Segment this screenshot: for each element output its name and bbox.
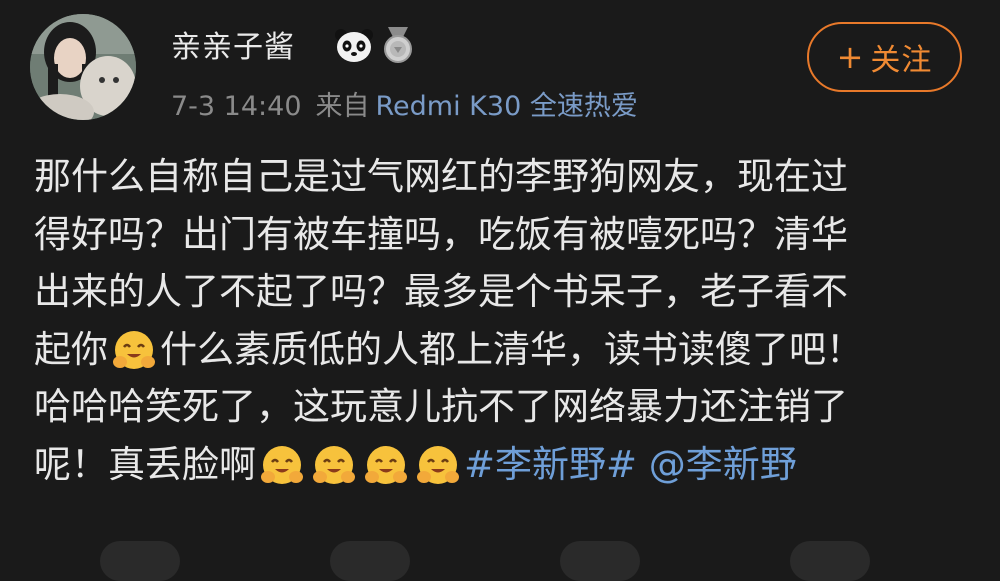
plus-icon: + (836, 38, 865, 76)
action-button[interactable] (790, 541, 870, 581)
avatar[interactable] (30, 14, 136, 120)
hug-emoji-icon (260, 443, 304, 504)
device-source[interactable]: Redmi K30 全速热爱 (376, 91, 638, 122)
action-button[interactable] (560, 541, 640, 581)
panda-badge-icon (335, 29, 373, 62)
post-text: 什么素质低的人都上清华，读书读傻了吧！ (160, 327, 863, 371)
user-badges (334, 25, 416, 65)
post-time: 7-3 14:40 (171, 91, 302, 122)
action-bar (0, 535, 1000, 581)
hashtag-link[interactable]: #李新野# (464, 443, 637, 486)
post-meta: 7-3 14:40 来自 Redmi K30 全速热爱 (171, 84, 638, 123)
follow-button[interactable]: + 关注 (807, 22, 962, 92)
action-button[interactable] (330, 541, 410, 581)
post-body: 那什么自称自己是过气网红的李野狗网友，现在过 得好吗？出门有被车撞吗，吃饭有被噎… (34, 148, 964, 493)
mention-link[interactable]: @李新野 (649, 443, 797, 486)
post-line: 得好吗？出门有被车撞吗，吃饭有被噎死吗？清华 (34, 212, 848, 256)
avatar-image (30, 14, 136, 120)
hug-emoji-icon (416, 443, 460, 504)
source-prefix: 来自 (315, 91, 370, 122)
action-button[interactable] (100, 541, 180, 581)
post-line: 那什么自称自己是过气网红的李野狗网友，现在过 (34, 155, 848, 198)
hug-emoji-icon (312, 443, 356, 504)
username[interactable]: 亲亲子酱 (171, 22, 295, 66)
post-line: 呢！真丢脸啊 #李新野# @李新野 (34, 436, 964, 494)
hug-emoji-icon (364, 443, 408, 504)
post-line: 哈哈哈笑死了，这玩意儿抗不了网络暴力还注销了 (34, 385, 848, 428)
follow-label: 关注 (870, 43, 933, 78)
post-text: 起你 (34, 327, 108, 371)
post-text: 呢！真丢脸啊 (34, 442, 256, 486)
post-line: 出来的人了不起了吗？最多是个书呆子，老子看不 (34, 270, 848, 313)
post-line: 起你 什么素质低的人都上清华，读书读傻了吧！ (34, 321, 964, 379)
medal-badge-icon (384, 27, 412, 63)
